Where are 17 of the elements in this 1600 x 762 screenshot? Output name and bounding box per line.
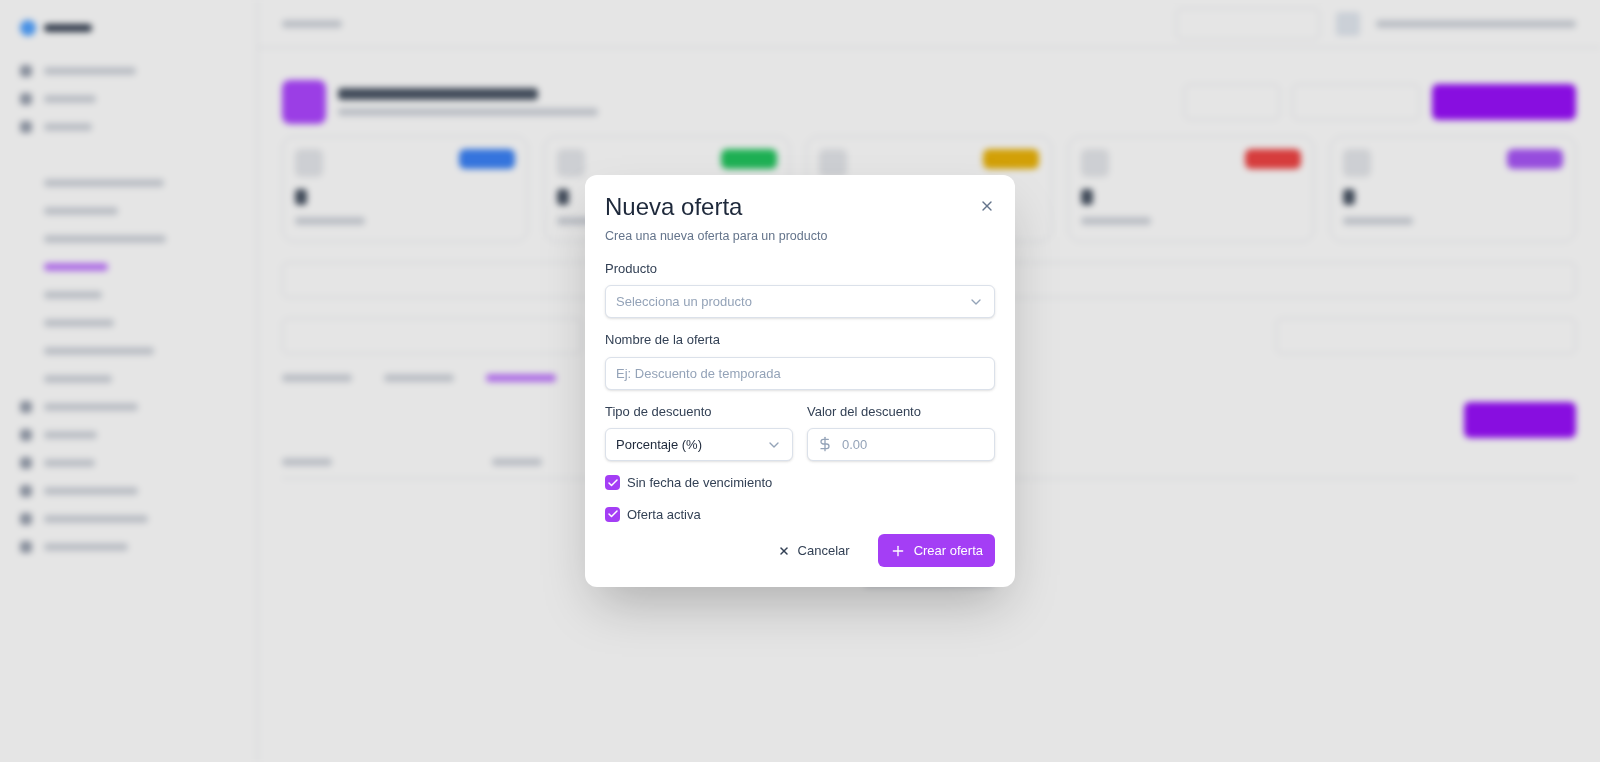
create-offer-button[interactable]: Crear oferta	[877, 534, 995, 568]
dialog-title: Nueva oferta	[605, 191, 743, 222]
close-icon	[777, 544, 790, 557]
field-label: Valor del descuento	[807, 402, 922, 421]
offer-name-field[interactable]: Ej: Descuento de temporada	[605, 356, 995, 390]
cancel-button[interactable]: Cancelar	[765, 534, 862, 568]
discount-value-field[interactable]: 0.00	[807, 428, 995, 462]
field-label: Tipo de descuento	[605, 402, 713, 421]
dollar-icon	[817, 436, 833, 453]
checkbox[interactable]	[605, 506, 620, 522]
field-label: Nombre de la oferta	[605, 331, 721, 350]
field-label: Producto	[605, 259, 659, 278]
checkbox-label: Sin fecha de vencimiento	[627, 474, 773, 493]
dialog-subtitle: Crea una nueva oferta para un producto	[605, 227, 829, 245]
checkbox[interactable]	[605, 475, 620, 491]
discount-type-select[interactable]: Porcentaje (%)	[605, 428, 793, 462]
checkbox-label: Oferta activa	[627, 505, 701, 524]
